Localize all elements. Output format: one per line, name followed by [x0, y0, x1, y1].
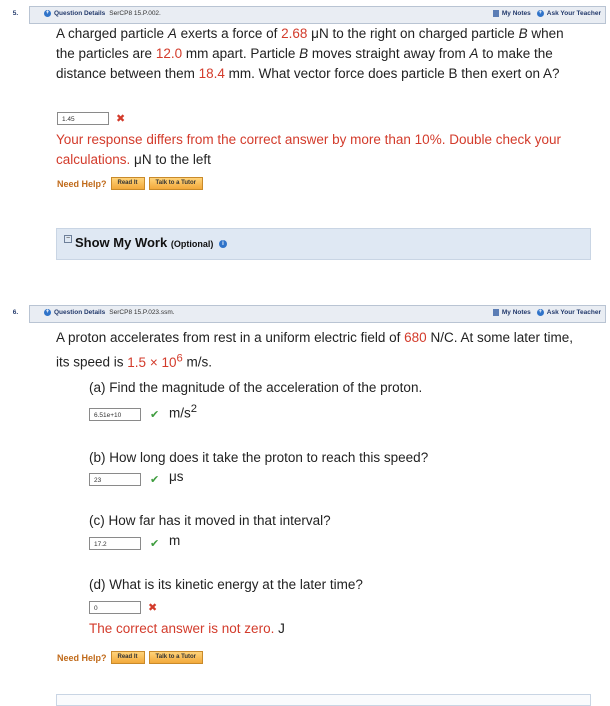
correct-icon: ✔ — [150, 474, 160, 486]
answer-input[interactable]: 1.45 — [57, 112, 109, 125]
read-it-button[interactable]: Read It — [110, 177, 145, 190]
feedback-text: Your response differs from the correct a… — [56, 132, 562, 167]
question-code: SerCP8 15.P.023.ssm. — [109, 309, 175, 316]
answer-b-input[interactable]: 23 — [89, 473, 141, 486]
need-help-label: Need Help? — [57, 652, 107, 663]
question-code: SerCP8 15.P.002. — [109, 10, 161, 17]
answer-a-input[interactable]: 6.51e+10 — [89, 408, 141, 421]
notes-icon — [492, 10, 499, 17]
question-6-text: A proton accelerates from rest in a unif… — [56, 330, 573, 370]
question-details-label: Question Details — [54, 10, 106, 17]
ask-teacher-label: Ask Your Teacher — [546, 309, 601, 316]
feedback-d-unit: J — [274, 621, 285, 636]
correct-icon: ✔ — [150, 409, 160, 421]
answer-c-input[interactable]: 17.2 — [89, 537, 141, 550]
part-b-text: (b) How long does it take the proton to … — [89, 450, 429, 465]
plus-icon: + — [536, 10, 544, 17]
my-notes-button[interactable]: My Notes — [492, 309, 531, 316]
answer-d-input[interactable]: 0 — [89, 601, 141, 614]
info-icon[interactable]: i — [218, 239, 227, 248]
show-my-work-panel[interactable] — [56, 694, 591, 706]
unit-b: μs — [169, 469, 184, 484]
wrong-icon: ✖ — [116, 113, 126, 125]
part-d-text: (d) What is its kinetic energy at the la… — [89, 577, 363, 592]
question-5-header: 5. + Question Details SerCP8 15.P.002. M… — [13, 6, 606, 24]
feedback-d-text: The correct answer is not zero. J — [89, 621, 285, 636]
ask-teacher-button[interactable]: + Ask Your Teacher — [536, 309, 601, 316]
my-notes-label: My Notes — [501, 10, 531, 17]
talk-to-tutor-button[interactable]: Talk to a Tutor — [148, 651, 203, 664]
ask-teacher-button[interactable]: + Ask Your Teacher — [536, 10, 601, 17]
question-details-link[interactable]: + Question Details SerCP8 15.P.023.ssm. — [44, 309, 175, 316]
my-notes-label: My Notes — [501, 309, 531, 316]
var-b: B — [518, 26, 528, 41]
part-a-text: (a) Find the magnitude of the accelerati… — [89, 380, 423, 395]
question-number: 5. — [12, 10, 19, 17]
question-5-text: A charged particle A exerts a force of 2… — [56, 26, 564, 81]
question-details-link[interactable]: + Question Details SerCP8 15.P.002. — [44, 10, 161, 17]
var-a: A — [167, 26, 177, 41]
unit-a: m/s2 — [169, 403, 198, 421]
show-my-work-label: Show My Work (Optional) i — [75, 235, 227, 250]
part-c-text: (c) How far has it moved in that interva… — [89, 513, 331, 528]
read-it-button[interactable]: Read It — [110, 651, 145, 664]
expand-plus-icon: + — [44, 10, 51, 17]
need-help-label: Need Help? — [57, 178, 107, 189]
correct-icon: ✔ — [150, 538, 160, 550]
speed-value: 1.5 × 106 — [127, 352, 183, 370]
talk-to-tutor-button[interactable]: Talk to a Tutor — [148, 177, 203, 190]
collapse-minus-icon[interactable]: − — [64, 235, 72, 243]
my-notes-button[interactable]: My Notes — [492, 10, 531, 17]
plus-icon: + — [536, 309, 544, 316]
distance-1-value: 12.0 — [155, 46, 183, 61]
ask-teacher-label: Ask Your Teacher — [546, 10, 601, 17]
distance-2-value: 18.4 — [198, 66, 225, 81]
force-value: 2.68 — [281, 26, 308, 41]
need-help-row: Need Help? Read It Talk to a Tutor — [57, 177, 203, 190]
question-6-header: 6. + Question Details SerCP8 15.P.023.ss… — [13, 305, 606, 323]
feedback-unit: μN to the left — [130, 152, 211, 167]
question-details-label: Question Details — [54, 309, 106, 316]
need-help-row: Need Help? Read It Talk to a Tutor — [57, 651, 203, 664]
wrong-icon: ✖ — [148, 602, 158, 614]
show-my-work-panel[interactable]: − Show My Work (Optional) i — [56, 228, 591, 260]
unit-c: m — [169, 533, 181, 548]
field-value: 680 — [404, 330, 427, 345]
expand-plus-icon: + — [44, 309, 51, 316]
notes-icon — [492, 309, 499, 316]
question-number: 6. — [12, 309, 19, 316]
